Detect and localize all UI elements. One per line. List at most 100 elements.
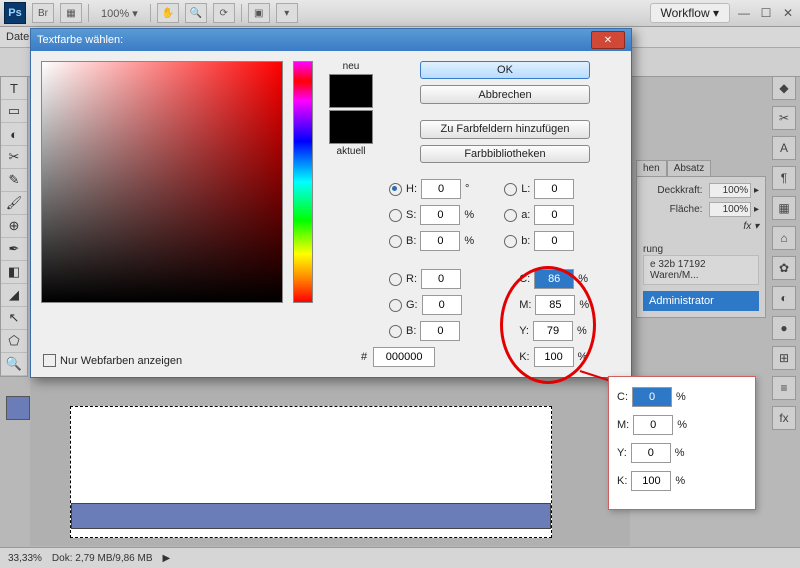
panel-icon[interactable]: ◐ [772, 286, 796, 310]
lasso-tool-icon[interactable]: ◐ [1, 123, 27, 146]
b-field[interactable] [420, 231, 460, 251]
hand-icon[interactable]: ✋ [157, 3, 179, 23]
radio-g[interactable] [389, 299, 402, 312]
panel-icon[interactable]: ⌂ [772, 226, 796, 250]
m-label: M: [519, 299, 531, 311]
document[interactable] [70, 406, 552, 538]
ok-button[interactable]: OK [420, 61, 590, 79]
eraser-tool-icon[interactable]: ◧ [1, 261, 27, 284]
status-doc[interactable]: Dok: 2,79 MB/9,86 MB [52, 553, 153, 564]
panel-icon[interactable]: ◆ [772, 76, 796, 100]
minimize-icon[interactable]: — [736, 6, 752, 20]
layer-row[interactable]: e 32b 17192 Waren/M... [643, 255, 759, 285]
close-icon[interactable]: ✕ [780, 6, 796, 20]
path-tool-icon[interactable]: ⬠ [1, 330, 27, 353]
h-field[interactable] [421, 179, 461, 199]
crop-tool-icon[interactable]: ✂ [1, 146, 27, 169]
radio-s[interactable] [389, 209, 402, 222]
panel-icon[interactable]: ¶ [772, 166, 796, 190]
callout-y-field[interactable] [631, 443, 671, 463]
move-tool-icon[interactable]: ↖ [1, 307, 27, 330]
photoshop-logo: Ps [4, 2, 26, 24]
current-label: aktuell [337, 146, 366, 157]
radio-a[interactable] [504, 209, 517, 222]
fx-dropdown[interactable]: fx ▾ [643, 221, 759, 232]
lab-b-field[interactable] [534, 231, 574, 251]
screen-mode-icon[interactable]: ▣ [248, 3, 270, 23]
foreground-color-swatch[interactable] [6, 396, 30, 420]
pen-tool-icon[interactable]: ✒ [1, 238, 27, 261]
r-field[interactable] [421, 269, 461, 289]
dialog-titlebar[interactable]: Textfarbe wählen: ✕ [31, 29, 631, 51]
eyedropper-tool-icon[interactable]: ✎ [1, 169, 27, 192]
panel-icon[interactable]: ⊞ [772, 346, 796, 370]
color-libraries-button[interactable]: Farbbibliotheken [420, 145, 590, 163]
panel-icon[interactable]: fx [772, 406, 796, 430]
zoom-tool-icon[interactable]: 🔍 [1, 353, 27, 376]
fill-label: Fläche: [670, 204, 703, 215]
stamp-tool-icon[interactable]: ⊕ [1, 215, 27, 238]
panel-tab[interactable]: Absatz [667, 160, 712, 176]
radio-l[interactable] [504, 183, 517, 196]
panel-icon[interactable]: ● [772, 316, 796, 340]
color-field[interactable] [41, 61, 283, 303]
s-field[interactable] [420, 205, 460, 225]
k-field[interactable] [534, 347, 574, 367]
brush-tool-icon[interactable]: 🖌 [1, 192, 27, 215]
topbar-button[interactable]: ▦ [60, 3, 82, 23]
panel-tab[interactable]: hen [636, 160, 667, 176]
unit-label: % [675, 447, 685, 459]
a-field[interactable] [534, 205, 574, 225]
maximize-icon[interactable]: ☐ [758, 6, 774, 20]
callout-c-field[interactable] [632, 387, 672, 407]
panel-icon[interactable]: A [772, 136, 796, 160]
radio-lab-b[interactable] [504, 235, 517, 248]
radio-r[interactable] [389, 273, 402, 286]
zoom-dropdown[interactable]: 100% ▾ [95, 7, 144, 20]
panel-icon[interactable]: ▦ [772, 196, 796, 220]
callout-m-field[interactable] [633, 415, 673, 435]
radio-bb[interactable] [389, 325, 402, 338]
gradient-tool-icon[interactable]: ◢ [1, 284, 27, 307]
y-field[interactable] [533, 321, 573, 341]
marquee-tool-icon[interactable]: ▭ [1, 100, 27, 123]
l-label: L: [521, 183, 530, 195]
menu-file[interactable]: Date [6, 31, 29, 43]
dialog-close-button[interactable]: ✕ [591, 31, 625, 49]
fill-field[interactable]: 100% [709, 202, 751, 217]
layers-panel: Deckkraft: 100% ▸ Fläche: 100% ▸ fx ▾ ru… [636, 176, 766, 318]
callout-k-field[interactable] [631, 471, 671, 491]
topbar-button[interactable]: Br [32, 3, 54, 23]
panel-icon[interactable]: ≡ [772, 376, 796, 400]
checkbox-icon[interactable] [43, 354, 56, 367]
current-color-swatch[interactable] [329, 110, 373, 144]
a-label: a: [521, 209, 530, 221]
m-field[interactable] [535, 295, 575, 315]
status-zoom[interactable]: 33,33% [8, 553, 42, 564]
rotate-icon[interactable]: ⟳ [213, 3, 235, 23]
opacity-field[interactable]: 100% [709, 183, 751, 198]
hex-field[interactable] [373, 347, 435, 367]
zoom-icon[interactable]: 🔍 [185, 3, 207, 23]
workspace-switcher[interactable]: Workflow ▾ [650, 3, 730, 23]
status-arrow-icon[interactable]: ▶ [163, 553, 171, 564]
radio-h[interactable] [389, 183, 402, 196]
hue-slider[interactable] [293, 61, 313, 303]
panel-icon[interactable]: ✂ [772, 106, 796, 130]
callout-c-label: C: [617, 391, 628, 403]
cancel-button[interactable]: Abbrechen [420, 85, 590, 103]
layer-row-active[interactable]: Administrator [643, 291, 759, 311]
blue-strip [71, 503, 551, 529]
radio-b[interactable] [389, 235, 402, 248]
web-colors-checkbox[interactable]: Nur Webfarben anzeigen [43, 354, 182, 367]
arrange-dropdown[interactable]: ▾ [276, 3, 298, 23]
type-tool-icon[interactable]: T [1, 77, 27, 100]
l-field[interactable] [534, 179, 574, 199]
panel-icon[interactable]: ✿ [772, 256, 796, 280]
bb-field[interactable] [420, 321, 460, 341]
add-swatch-button[interactable]: Zu Farbfeldern hinzufügen [420, 120, 590, 138]
c-field[interactable] [534, 269, 574, 289]
lab-b-label: b: [521, 235, 530, 247]
g-field[interactable] [422, 295, 462, 315]
unit-label: ° [465, 183, 469, 195]
